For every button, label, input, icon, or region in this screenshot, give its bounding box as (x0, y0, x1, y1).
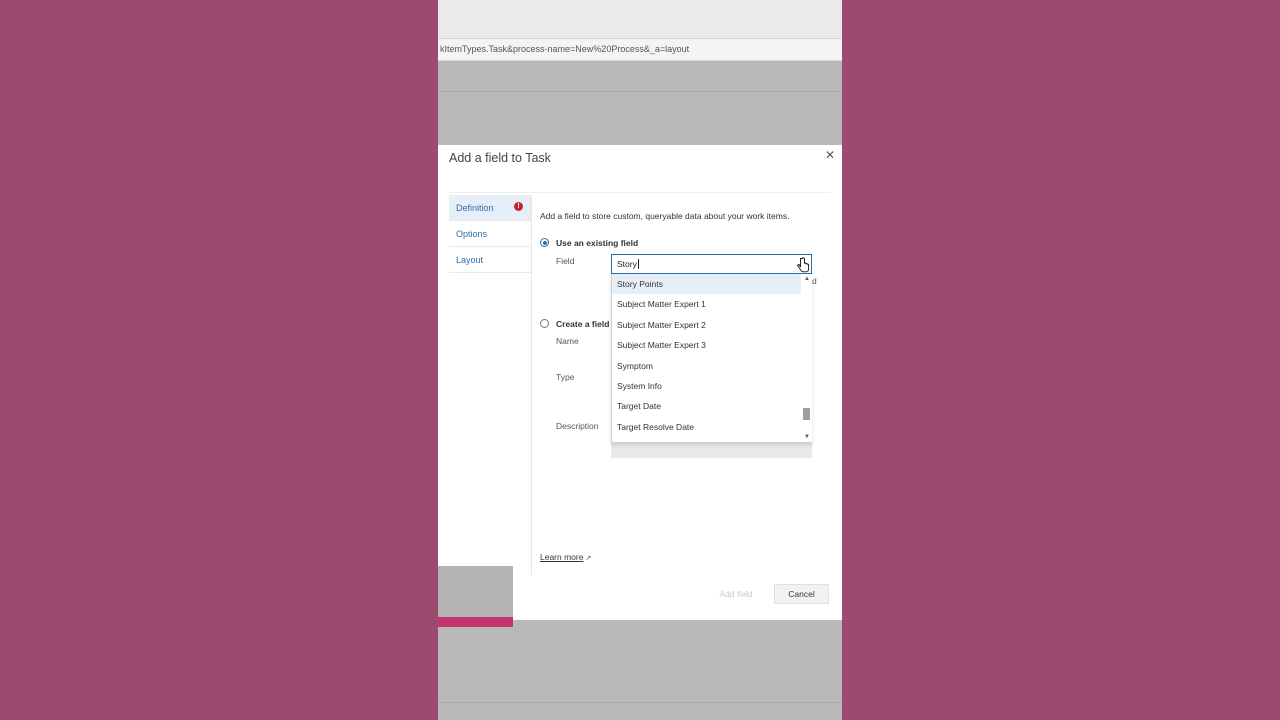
url-bar[interactable]: kItemTypes.Task&process-name=New%20Proce… (438, 38, 842, 61)
dropdown-option[interactable]: Story Points (612, 274, 801, 295)
dropdown-option[interactable]: Subject Matter Expert 2 (612, 315, 801, 335)
scroll-up-icon[interactable]: ▲ (803, 275, 811, 283)
dialog-nav: Definition ! Options Layout (449, 195, 531, 273)
dropdown-option[interactable]: Target Date (612, 396, 801, 416)
dialog-title: Add a field to Task (449, 151, 551, 165)
overlay-accent-bar (438, 617, 513, 627)
learn-more-link[interactable]: Learn more ↗ (540, 552, 591, 562)
field-dropdown[interactable]: Story Points Subject Matter Expert 1 Sub… (611, 274, 812, 443)
cancel-button[interactable]: Cancel (774, 584, 829, 604)
add-field-dialog: Add a field to Task ✕ Definition ! Optio… (438, 145, 842, 620)
nav-divider (531, 195, 532, 575)
create-field-label[interactable]: Create a field (556, 319, 609, 329)
scroll-down-icon[interactable]: ▼ (803, 433, 811, 441)
type-label: Type (556, 372, 575, 382)
tab-layout[interactable]: Layout (449, 247, 531, 273)
hand-cursor-icon (797, 257, 810, 273)
name-label: Name (556, 336, 579, 346)
title-divider (449, 192, 831, 193)
tab-definition[interactable]: Definition ! (449, 195, 531, 221)
scroll-thumb[interactable] (803, 408, 810, 420)
browser-top-strip (438, 0, 842, 38)
description-input[interactable] (611, 443, 812, 458)
dropdown-option[interactable]: Subject Matter Expert 3 (612, 335, 801, 355)
field-input[interactable]: Story (617, 259, 639, 269)
obscured-text: d (812, 276, 817, 286)
add-field-button[interactable]: Add field (708, 584, 764, 604)
use-existing-field-label[interactable]: Use an existing field (556, 238, 638, 248)
background-page (438, 61, 842, 145)
tab-options-label: Options (456, 229, 488, 239)
background-divider-bottom (438, 702, 842, 703)
tab-layout-label: Layout (456, 255, 484, 265)
field-combobox[interactable]: Story ⌄ (611, 254, 812, 274)
error-icon: ! (514, 202, 523, 211)
external-link-icon: ↗ (585, 555, 592, 562)
learn-more-text: Learn more (540, 552, 584, 562)
intro-text: Add a field to store custom, queryable d… (540, 211, 790, 221)
use-existing-field-radio[interactable] (540, 238, 549, 247)
description-label: Description (556, 421, 599, 431)
dropdown-option[interactable]: Subject Matter Expert 1 (612, 294, 801, 314)
dropdown-option[interactable]: Symptom (612, 356, 801, 376)
dropdown-option[interactable]: System Info (612, 376, 801, 396)
field-label: Field (556, 256, 575, 266)
dropdown-scrollbar[interactable]: ▲ ▼ (801, 274, 812, 442)
close-icon[interactable]: ✕ (824, 149, 836, 161)
tab-options[interactable]: Options (449, 221, 531, 247)
overlay-panel (438, 566, 513, 627)
dropdown-option[interactable]: Target Resolve Date (612, 417, 801, 437)
screen: kItemTypes.Task&process-name=New%20Proce… (438, 0, 842, 720)
tab-definition-label: Definition (456, 203, 494, 213)
background-divider (438, 91, 842, 92)
create-field-radio[interactable] (540, 319, 549, 328)
